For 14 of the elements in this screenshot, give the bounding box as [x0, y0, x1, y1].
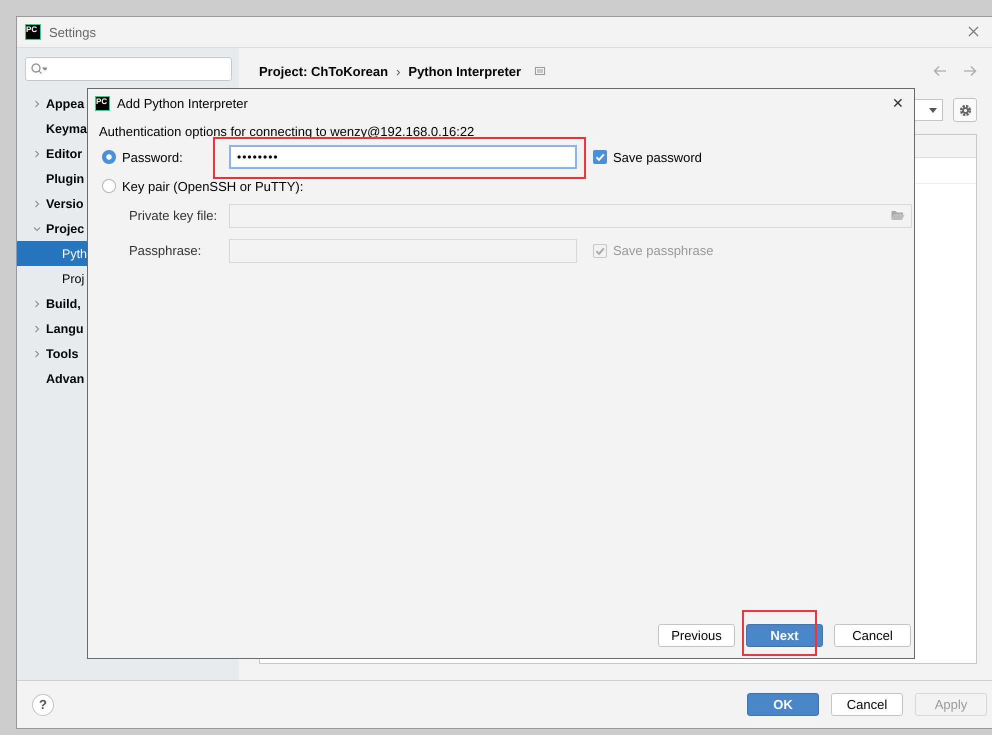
field-label: Passphrase:	[128, 243, 202, 258]
app-logo: PC	[25, 24, 41, 40]
app-logo: PC	[95, 96, 110, 110]
description-text: Authentication options for connecting to wenzy@192.168.0.16:22	[99, 124, 476, 141]
breadcrumb-separator: ›	[396, 64, 400, 78]
field-label: Private key file:	[128, 208, 218, 223]
checkbox-label: Save password	[613, 150, 702, 164]
checkbox-label: Save passphrase	[613, 243, 714, 258]
window-title: Settings	[49, 24, 96, 40]
option-label: Password:	[122, 150, 183, 164]
breadcrumb-item: Project: ChToKorean	[259, 64, 388, 78]
breadcrumb-item: Python Interpreter	[408, 64, 522, 78]
dialog-title: Add Python Interpreter	[117, 96, 248, 110]
option-label: Key pair (OpenSSH or PuTTY):	[122, 178, 304, 194]
